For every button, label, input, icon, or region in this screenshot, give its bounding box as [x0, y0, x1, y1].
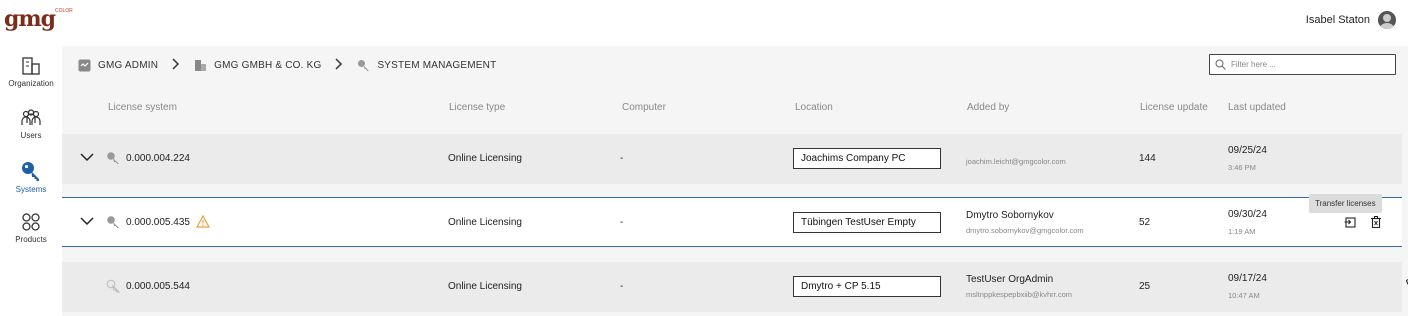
company-icon: [195, 59, 207, 71]
key-icon: [106, 279, 120, 293]
admin-icon: [78, 59, 91, 71]
filter-input[interactable]: [1231, 60, 1391, 69]
license-system-value: 0.000.005.544: [126, 281, 190, 292]
breadcrumb-label: GMG ADMIN: [98, 59, 159, 71]
row-actions: [1344, 216, 1382, 228]
breadcrumb-label: SYSTEM MANAGEMENT: [377, 59, 497, 71]
last-updated-date: 09/25/24: [1228, 145, 1267, 156]
computer-value: -: [620, 217, 624, 228]
column-header-last-updated[interactable]: Last updated: [1228, 102, 1286, 113]
added-by-email: joachim.leicht@gmgcolor.com: [966, 157, 1066, 166]
last-updated-time: 1:19 AM: [1228, 227, 1256, 236]
table-row[interactable]: 0.000.004.224 Online Licensing - Joachim…: [62, 134, 1402, 184]
sidebar-item-label: Products: [15, 235, 47, 244]
breadcrumb-item-system-management[interactable]: SYSTEM MANAGEMENT: [357, 59, 496, 72]
tooltip: Transfer licenses: [1309, 194, 1382, 213]
license-update-value: 144: [1139, 153, 1156, 164]
column-header-location[interactable]: Location: [795, 102, 833, 113]
license-update-value: 52: [1139, 217, 1151, 228]
key-icon: [107, 152, 119, 164]
search-icon: [1215, 59, 1226, 70]
location-field[interactable]: Dmytro + CP 5.15: [793, 276, 941, 297]
last-updated-time: 3:46 PM: [1228, 163, 1256, 172]
chevron-right-icon: [172, 57, 180, 73]
key-icon: [107, 216, 119, 228]
location-field[interactable]: Joachims Company PC: [793, 148, 941, 169]
breadcrumb-label: GMG GMBH & CO. KG: [214, 59, 322, 71]
user-name[interactable]: Isabel Staton: [1306, 14, 1370, 26]
filter-field[interactable]: [1209, 54, 1396, 75]
chevron-down-icon[interactable]: [80, 216, 94, 226]
sidebar-item-products[interactable]: Products: [0, 212, 62, 244]
added-by-email: dmytro.sobornykov@gmgcolor.com: [966, 226, 1084, 235]
last-updated-time: 10:47 AM: [1228, 291, 1260, 300]
building-icon: [22, 57, 40, 75]
license-type-value: Online Licensing: [448, 153, 522, 164]
table-row[interactable]: 0.000.005.435 Online Licensing - Tübinge…: [62, 197, 1402, 247]
chevron-right-icon: [335, 57, 343, 73]
computer-value: -: [620, 281, 624, 292]
sidebar: Organization Users Systems Products: [0, 46, 62, 316]
table-header: License system License type Computer Loc…: [62, 98, 1402, 118]
added-by-name: Dmytro Sobornykov: [966, 210, 1054, 221]
warning-icon: [196, 215, 210, 228]
license-type-value: Online Licensing: [448, 281, 522, 292]
sidebar-item-label: Users: [20, 131, 42, 140]
computer-value: -: [620, 153, 624, 164]
sidebar-item-users[interactable]: Users: [0, 108, 62, 140]
last-updated-date: 09/17/24: [1228, 273, 1267, 284]
column-header-license-type[interactable]: License type: [449, 102, 505, 113]
avatar[interactable]: [1378, 11, 1396, 29]
breadcrumb-item-company[interactable]: GMG GMBH & CO. KG: [194, 59, 321, 72]
table-row[interactable]: 0.000.005.544 Online Licensing - Dmytro …: [62, 262, 1402, 312]
location-field[interactable]: Tübingen TestUser Empty: [793, 212, 941, 233]
users-icon: [21, 109, 41, 125]
breadcrumb-item-admin[interactable]: GMG ADMIN: [78, 59, 158, 72]
column-header-added-by[interactable]: Added by: [967, 102, 1009, 113]
column-header-license-system[interactable]: License system: [108, 102, 177, 113]
license-system-value: 0.000.004.224: [126, 153, 190, 164]
license-type-value: Online Licensing: [448, 217, 522, 228]
license-system-value: 0.000.005.435: [126, 217, 190, 228]
sidebar-item-systems[interactable]: Systems: [0, 160, 62, 194]
delete-icon[interactable]: [1370, 216, 1382, 228]
sidebar-item-label: Systems: [15, 185, 47, 194]
column-header-computer[interactable]: Computer: [622, 102, 666, 113]
key-icon: [358, 59, 370, 71]
user-menu[interactable]: Isabel Staton: [1306, 11, 1396, 29]
license-update-value: 25: [1139, 281, 1151, 292]
transfer-licenses-icon[interactable]: [1344, 216, 1356, 228]
sidebar-item-organization[interactable]: Organization: [0, 56, 62, 88]
breadcrumb: GMG ADMIN GMG GMBH & CO. KG SYSTEM MANAG…: [78, 55, 496, 75]
top-bar: gmg COLOR Isabel Staton: [0, 0, 1408, 46]
chevron-down-icon[interactable]: [80, 152, 94, 162]
main-content: GMG ADMIN GMG GMBH & CO. KG SYSTEM MANAG…: [62, 46, 1408, 316]
column-header-license-update[interactable]: License update: [1140, 102, 1208, 113]
sidebar-item-label: Organization: [8, 79, 54, 88]
key-icon: [22, 162, 39, 181]
gmg-logo[interactable]: gmg: [4, 6, 56, 32]
added-by-email: msltnppkespepbxiib@kvhrr.com: [966, 290, 1072, 299]
added-by-name: TestUser OrgAdmin: [966, 274, 1054, 285]
grid-icon: [22, 213, 40, 231]
logo-superscript: COLOR: [55, 8, 73, 14]
last-updated-date: 09/30/24: [1228, 209, 1267, 220]
